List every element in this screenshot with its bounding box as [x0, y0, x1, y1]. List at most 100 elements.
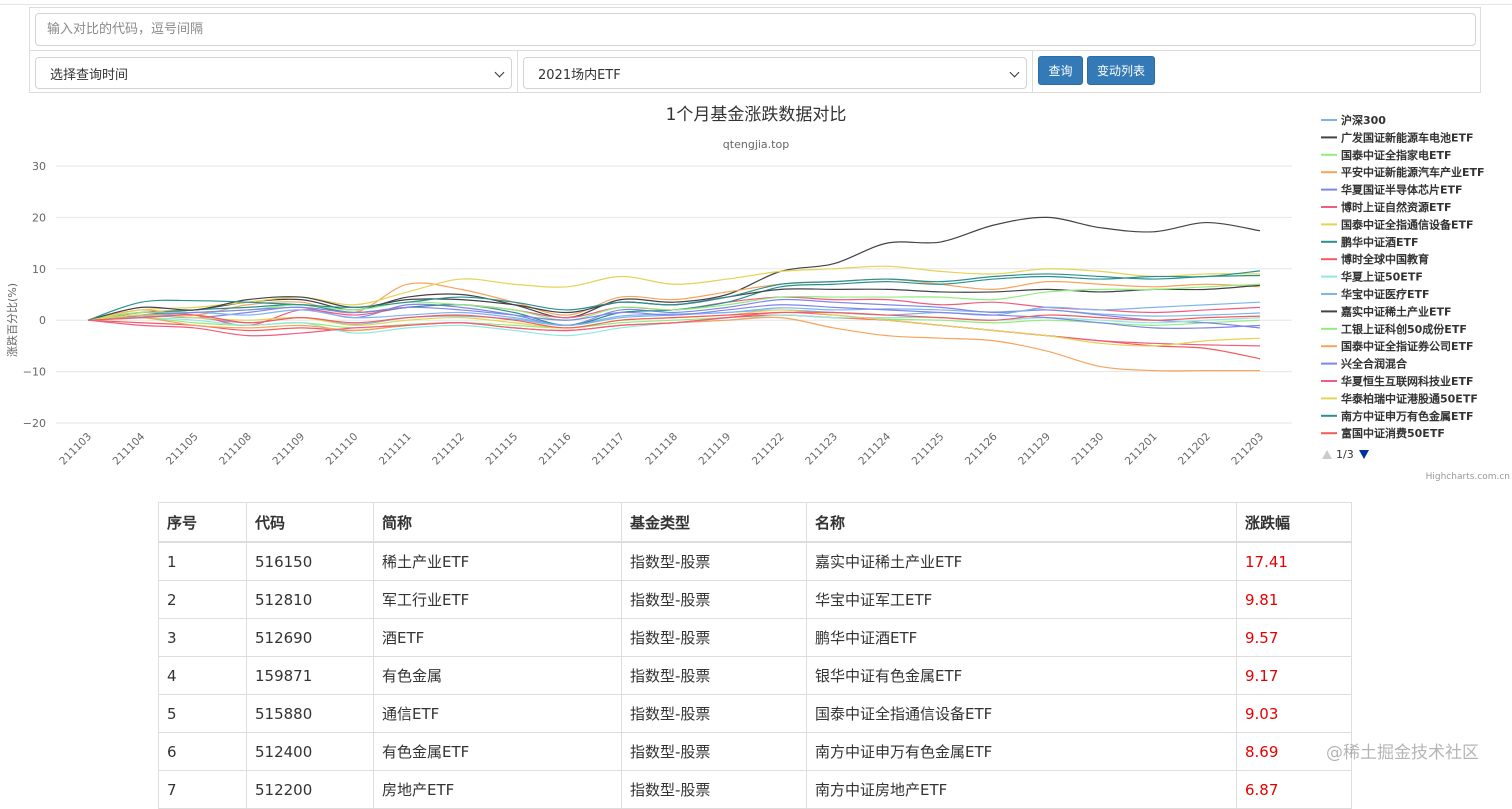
legend-label: 兴全合润混合 — [1341, 357, 1408, 371]
x-tick-label: 211122 — [750, 431, 787, 468]
y-axis-label: 涨跌百分比(%) — [5, 283, 19, 357]
change-cell: 6.87 — [1236, 770, 1352, 809]
list-select[interactable]: 2021场内ETF — [523, 57, 1027, 89]
legend-item[interactable]: 富国中证消费50ETF — [1321, 426, 1445, 440]
time-select[interactable]: 选择查询时间 — [35, 57, 512, 89]
table-cell: 军工行业ETF — [373, 580, 622, 619]
legend-item[interactable]: 沪深300 — [1321, 113, 1386, 127]
pager-label: 1/3 — [1336, 448, 1354, 461]
column-header: 序号 — [158, 502, 247, 543]
legend-item[interactable]: 平安中证新能源汽车产业ETF — [1321, 165, 1485, 179]
table-row: 1 516150 稀土产业ETF 指数型-股票 嘉实中证稀土产业ETF 17.41 — [158, 541, 1352, 581]
x-tick-label: 211117 — [590, 431, 627, 468]
table-cell: 银华中证有色金属ETF — [806, 656, 1237, 695]
query-button[interactable]: 查询 — [1038, 56, 1083, 85]
table-cell: 512400 — [246, 732, 374, 771]
watermark: @稀土掘金技术社区 — [1326, 743, 1479, 763]
legend-item[interactable]: 国泰中证全指证券公司ETF — [1321, 339, 1474, 353]
legend-item[interactable]: 国泰中证全指家电ETF — [1321, 148, 1452, 162]
x-tick-label: 211118 — [643, 431, 680, 468]
table-row: 2 512810 军工行业ETF 指数型-股票 华宝中证军工ETF 9.81 — [158, 580, 1352, 619]
legend-item[interactable]: 博时上证自然资源ETF — [1321, 200, 1452, 214]
legend-item[interactable]: 华夏恒生互联网科技业ETF — [1321, 374, 1474, 388]
table-cell: 512690 — [246, 618, 374, 657]
column-header: 代码 — [246, 502, 374, 543]
legend-item[interactable]: 华泰柏瑞中证港股通50ETF — [1321, 391, 1478, 405]
table-cell: 512200 — [246, 770, 374, 809]
y-tick-label: −10 — [23, 366, 46, 379]
table-cell: 南方中证房地产ETF — [806, 770, 1237, 809]
legend-label: 富国中证消费50ETF — [1341, 426, 1445, 440]
fund-comparison-chart: 1个月基金涨跌数据对比 qtengjia.top 涨跌百分比(%) 30 20 10… — [5, 105, 1510, 482]
legend-label: 华夏恒生互联网科技业ETF — [1341, 374, 1474, 388]
change-cell: 9.17 — [1236, 656, 1352, 695]
table-cell: 指数型-股票 — [621, 541, 807, 581]
legend-item[interactable]: 嘉实中证稀土产业ETF — [1321, 304, 1452, 318]
table-cell: 4 — [158, 656, 247, 695]
table-cell: 稀土产业ETF — [373, 541, 622, 581]
legend-label: 国泰中证全指通信设备ETF — [1341, 217, 1474, 231]
y-tick-label: 10 — [32, 263, 46, 276]
table-cell: 5 — [158, 694, 247, 733]
series-line-13[interactable] — [87, 316, 1260, 372]
codes-input[interactable] — [35, 13, 1476, 46]
x-tick-label: 211111 — [377, 431, 414, 468]
legend-label: 华夏上证50ETF — [1341, 270, 1423, 284]
legend-label: 工银上证科创50成份ETF — [1341, 322, 1467, 336]
form-column-divider — [1032, 51, 1033, 93]
table-cell: 指数型-股票 — [621, 770, 807, 809]
legend-label: 沪深300 — [1341, 113, 1386, 127]
x-tick-label: 211110 — [324, 431, 361, 468]
column-header: 简称 — [373, 502, 622, 543]
legend-item[interactable]: 鹏华中证酒ETF — [1321, 235, 1419, 249]
legend-label: 博时上证自然资源ETF — [1341, 200, 1452, 214]
legend-item[interactable]: 国泰中证全指通信设备ETF — [1321, 217, 1474, 231]
table-cell: 南方中证申万有色金属ETF — [806, 732, 1237, 771]
legend-item[interactable]: 兴全合润混合 — [1321, 357, 1408, 371]
results-table: 序号 代码 简称 基金类型 名称 涨跌幅 1 516150 稀土产业ETF 指数型-股… — [158, 502, 1352, 809]
legend-item[interactable]: 博时全球中国教育 — [1321, 252, 1429, 266]
list-select-value: 2021场内ETF — [538, 67, 621, 83]
x-tick-label: 211108 — [217, 431, 254, 468]
y-axis-ticks: 30 20 10 0 −10 −20 — [23, 160, 46, 430]
legend-item[interactable]: 广发国证新能源车电池ETF — [1321, 130, 1474, 144]
table-cell: 国泰中证全指通信设备ETF — [806, 694, 1237, 733]
legend-label: 南方中证申万有色金属ETF — [1341, 409, 1474, 423]
x-tick-label: 211126 — [963, 430, 1000, 467]
form-column-divider — [517, 51, 518, 93]
pager-down-icon[interactable] — [1359, 450, 1369, 459]
legend-item[interactable]: 华夏国证半导体芯片ETF — [1321, 183, 1463, 197]
x-tick-label: 211116 — [537, 430, 574, 467]
changes-list-button[interactable]: 变动列表 — [1087, 56, 1155, 85]
chevron-down-icon — [1009, 67, 1020, 78]
legend-item[interactable]: 华宝中证医疗ETF — [1321, 287, 1430, 301]
legend-item[interactable]: 南方中证申万有色金属ETF — [1321, 409, 1474, 423]
chart-credits[interactable]: Highcharts.com.cn — [1426, 472, 1510, 482]
legend-item[interactable]: 工银上证科创50成份ETF — [1321, 322, 1467, 336]
y-tick-label: 0 — [39, 314, 46, 327]
table-cell: 7 — [158, 770, 247, 809]
column-header: 名称 — [806, 502, 1237, 543]
y-tick-label: 30 — [32, 160, 46, 173]
pager-up-icon[interactable] — [1322, 450, 1332, 459]
table-cell: 华宝中证军工ETF — [806, 580, 1237, 619]
table-row: 7 512200 房地产ETF 指数型-股票 南方中证房地产ETF 6.87 — [158, 770, 1352, 809]
top-divider — [0, 4, 1512, 5]
x-tick-label: 211103 — [57, 431, 94, 468]
table-cell: 通信ETF — [373, 694, 622, 733]
x-tick-label: 211203 — [1229, 431, 1266, 468]
table-cell: 6 — [158, 732, 247, 771]
legend-label: 华宝中证医疗ETF — [1341, 287, 1430, 301]
table-cell: 指数型-股票 — [621, 694, 807, 733]
table-cell: 3 — [158, 618, 247, 657]
table-row: 5 515880 通信ETF 指数型-股票 国泰中证全指通信设备ETF 9.03 — [158, 694, 1352, 733]
table-cell: 房地产ETF — [373, 770, 622, 809]
legend-label: 嘉实中证稀土产业ETF — [1340, 304, 1452, 318]
legend-label: 华泰柏瑞中证港股通50ETF — [1341, 391, 1478, 405]
change-cell: 9.03 — [1236, 694, 1352, 733]
x-axis-ticks: 211103 211104 211105 211108 211109 211110 2111… — [57, 430, 1266, 467]
x-tick-label: 211123 — [803, 431, 840, 468]
legend-item[interactable]: 华夏上证50ETF — [1321, 270, 1423, 284]
table-cell: 516150 — [246, 541, 374, 581]
query-form: 选择查询时间 2021场内ETF 查询 变动列表 — [29, 7, 1481, 93]
